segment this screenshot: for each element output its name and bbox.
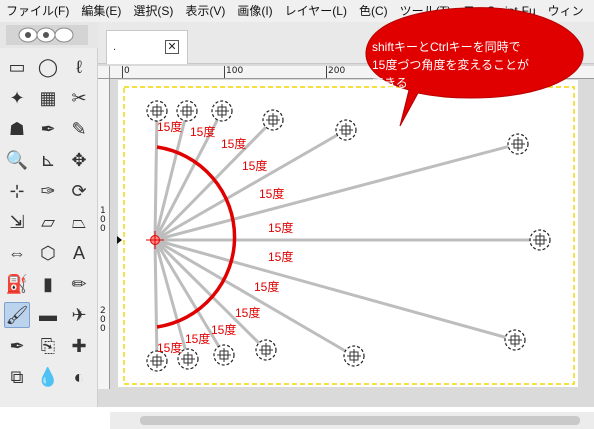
color-picker-tool-icon[interactable]: ✎: [66, 116, 92, 142]
horizontal-scrollbar[interactable]: [110, 412, 594, 429]
fuzzy-select-tool-icon[interactable]: ✦: [4, 85, 30, 111]
rotate-tool-icon[interactable]: ⟳: [66, 178, 92, 204]
image-tab-name: .: [113, 41, 117, 53]
menu-item[interactable]: ファイル(F): [0, 0, 75, 22]
smudge-tool-icon[interactable]: 💧: [35, 364, 61, 390]
ruler-corner[interactable]: [98, 66, 110, 79]
select-by-color-tool-icon[interactable]: ▦: [35, 85, 61, 111]
perspective-tool-icon[interactable]: ⏢: [66, 209, 92, 235]
angle-label: 15度: [259, 187, 285, 201]
move-tool-icon[interactable]: ✥: [66, 147, 92, 173]
eraser-tool-icon[interactable]: ▬: [35, 302, 61, 328]
menu-item[interactable]: 編集(E): [75, 0, 127, 22]
menu-item[interactable]: Script-Fu: [481, 0, 542, 22]
paintbrush-tool-icon[interactable]: 🖌: [4, 302, 30, 328]
text-tool-icon[interactable]: A: [66, 240, 92, 266]
angle-label: 15度: [268, 221, 294, 235]
close-icon[interactable]: ✕: [165, 40, 179, 54]
menu-item[interactable]: ウィン: [542, 0, 590, 22]
cage-transform-tool-icon[interactable]: ⬡: [35, 240, 61, 266]
angle-label: 15度: [242, 159, 268, 173]
menu-item[interactable]: ツール(T): [394, 0, 457, 22]
measure-tool-icon[interactable]: ⊾: [35, 147, 61, 173]
scale-tool-icon[interactable]: ⇲: [4, 209, 30, 235]
toolbox-header: [0, 22, 98, 48]
angle-label: 15度: [185, 332, 211, 346]
perspective-clone-tool-icon[interactable]: ⧉: [4, 364, 30, 390]
angle-label: 15度: [190, 125, 216, 139]
ruler-tick-label: 200: [328, 66, 346, 76]
menu-item[interactable]: 画像(I): [231, 0, 278, 22]
callout-text: shiftキーとCtrlキーを同時で 15度づつ角度を変えることが できる: [372, 38, 562, 92]
menu-item[interactable]: レイヤー(L): [279, 0, 353, 22]
toolbox-panel: ▭ ◯ ℓ ✦ ▦ ✂ ☗ ✒ ✎ 🔍 ⊾ ✥ ⊹ ✑ ⟳ ⇲ ▱ ⏢ ⇔ ⬡ A ⛽ ▮ ✏ 🖌 ▬ ✈ ✒ ⎘ ✚ ⧉ 💧 ◐: [0, 22, 98, 407]
menu-item[interactable]: 色(C): [353, 0, 394, 22]
ruler-tick-label: 100: [226, 66, 244, 76]
blend-tool-icon[interactable]: ▮: [35, 271, 61, 297]
angle-label: 15度: [235, 306, 261, 320]
paths-tool-icon[interactable]: ✒: [35, 116, 61, 142]
menu-item[interactable]: フ: [457, 0, 481, 22]
menu-item[interactable]: 選択(S): [127, 0, 179, 22]
crop-tool-icon[interactable]: ✑: [35, 178, 61, 204]
ruler-tick-label: 2 0 0: [100, 306, 106, 334]
align-tool-icon[interactable]: ⊹: [4, 178, 30, 204]
image-tab[interactable]: . ✕: [106, 30, 188, 64]
zoom-tool-icon[interactable]: 🔍: [4, 147, 30, 173]
pencil-tool-icon[interactable]: ✏: [66, 271, 92, 297]
scrollbar-thumb[interactable]: [140, 416, 580, 425]
ellipse-select-tool-icon[interactable]: ◯: [35, 54, 61, 80]
ruler-tick-mark: [326, 66, 327, 78]
angle-label: 15度: [157, 120, 183, 134]
gimp-logo-icon: [6, 25, 88, 45]
ruler-tick-label: 1 0 0: [100, 206, 106, 234]
lasso-tool-icon[interactable]: ℓ: [66, 54, 92, 80]
airbrush-tool-icon[interactable]: ✈: [66, 302, 92, 328]
angle-label: 15度: [211, 323, 237, 337]
angle-label: 15度: [254, 280, 280, 294]
dodge-burn-tool-icon[interactable]: ◐: [66, 364, 92, 390]
heal-tool-icon[interactable]: ✚: [66, 333, 92, 359]
callout-line: 15度づつ角度を変えることが: [372, 58, 529, 72]
shear-tool-icon[interactable]: ▱: [35, 209, 61, 235]
angle-label: 15度: [268, 250, 294, 264]
angle-label: 15度: [157, 341, 183, 355]
bucket-fill-tool-icon[interactable]: ⛽: [4, 271, 30, 297]
ruler-tick-mark: [224, 66, 225, 78]
angle-label: 15度: [221, 137, 247, 151]
scissors-select-tool-icon[interactable]: ✂: [66, 85, 92, 111]
menu-item[interactable]: 表示(V): [179, 0, 231, 22]
vertical-ruler[interactable]: 1 0 0 2 0 0: [98, 79, 110, 389]
ruler-tick-mark: [122, 66, 123, 78]
ink-tool-icon[interactable]: ✒: [4, 333, 30, 359]
rect-select-tool-icon[interactable]: ▭: [4, 54, 30, 80]
flip-tool-icon[interactable]: ⇔: [4, 240, 30, 266]
callout-line: shiftキーとCtrlキーを同時で: [372, 40, 521, 54]
clone-tool-icon[interactable]: ⎘: [35, 333, 61, 359]
menubar: ファイル(F) 編集(E) 選択(S) 表示(V) 画像(I) レイヤー(L) 色(C) ツー…: [0, 0, 594, 22]
ruler-tick-label: 0: [124, 66, 130, 76]
callout-line: できる: [372, 76, 408, 90]
foreground-select-tool-icon[interactable]: ☗: [4, 116, 30, 142]
